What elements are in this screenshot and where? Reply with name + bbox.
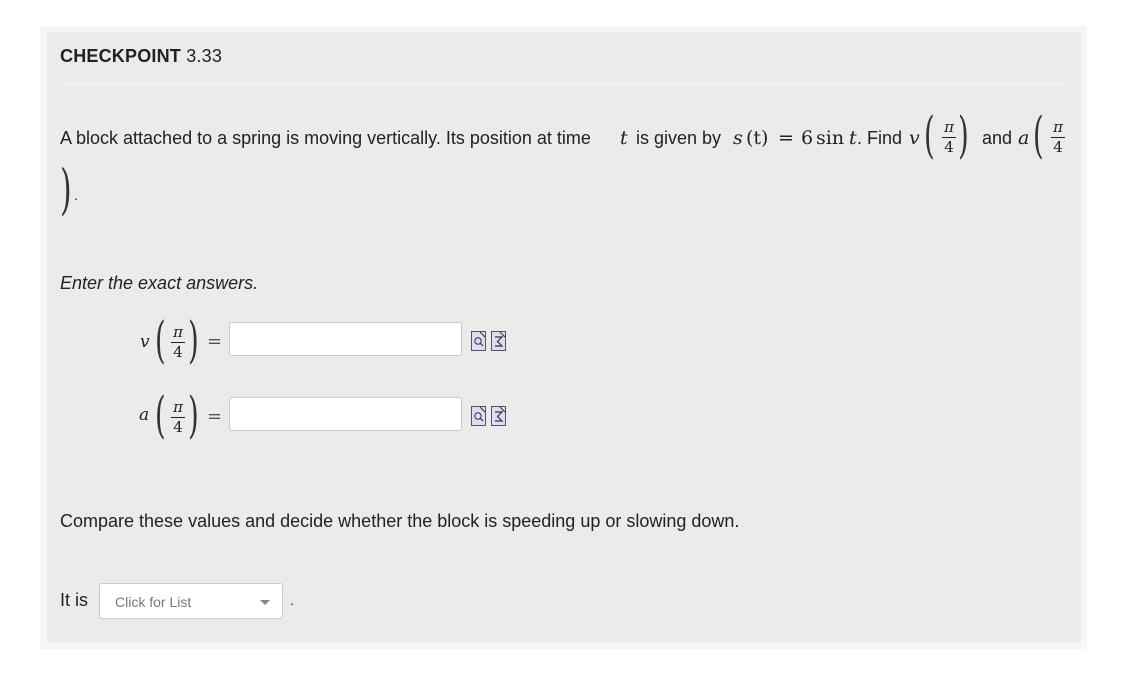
right-paren: ) [188, 311, 199, 369]
preview-magnifier-icon[interactable] [471, 406, 486, 426]
answer-v-label: v [140, 332, 150, 352]
problem-and: and [982, 128, 1013, 148]
acceleration-answer-input[interactable] [229, 397, 462, 431]
math-equals: = [778, 127, 794, 149]
left-paren: ( [155, 386, 166, 444]
fraction-pi-over-4: π4 [171, 400, 185, 435]
math-v: v [909, 127, 920, 149]
sigma-equation-icon[interactable] [491, 406, 506, 426]
math-sin: sin [816, 127, 845, 149]
dropdown-placeholder: Click for List [115, 594, 192, 610]
compare-instruction: Compare these values and decide whether … [60, 511, 740, 531]
math-sin-t: t [849, 127, 857, 149]
math-s: s [733, 127, 743, 149]
conclusion-suffix: . [290, 592, 294, 608]
problem-period: . [74, 187, 78, 203]
problem-intro: A block attached to a spring is moving v… [60, 128, 591, 148]
left-paren: ( [924, 106, 935, 164]
fraction-pi-over-4: π4 [1051, 120, 1065, 155]
checkpoint-number: 3.33 [186, 46, 223, 66]
conclusion-prefix: It is [60, 590, 89, 610]
answer-a-label: a [139, 405, 150, 425]
velocity-answer-input[interactable] [229, 322, 462, 356]
answer-equals: = [207, 331, 223, 352]
fraction-pi-over-4: π4 [171, 325, 185, 360]
right-paren: ) [958, 106, 969, 164]
instruction-text: Enter the exact answers. [60, 273, 259, 293]
chevron-down-icon [260, 600, 270, 605]
right-paren: ) [60, 158, 72, 221]
checkpoint-title: CHECKPOINT 3.33 [60, 46, 222, 67]
math-a: a [1018, 127, 1030, 149]
speed-conclusion-dropdown[interactable]: Click for List [99, 583, 283, 619]
left-paren: ( [1033, 106, 1044, 164]
title-divider [60, 84, 1067, 85]
math-six: 6 [801, 127, 814, 149]
math-t: t [620, 127, 628, 149]
sigma-equation-icon[interactable] [491, 331, 506, 351]
problem-find: . Find [857, 128, 903, 148]
checkpoint-label: CHECKPOINT [60, 46, 182, 66]
right-paren: ) [188, 386, 199, 444]
preview-magnifier-icon[interactable] [471, 331, 486, 351]
fraction-pi-over-4: π4 [942, 120, 956, 155]
math-t-arg: (t) [746, 127, 769, 149]
left-paren: ( [155, 311, 166, 369]
answer-equals: = [207, 406, 223, 427]
problem-given-by: is given by [636, 128, 722, 148]
